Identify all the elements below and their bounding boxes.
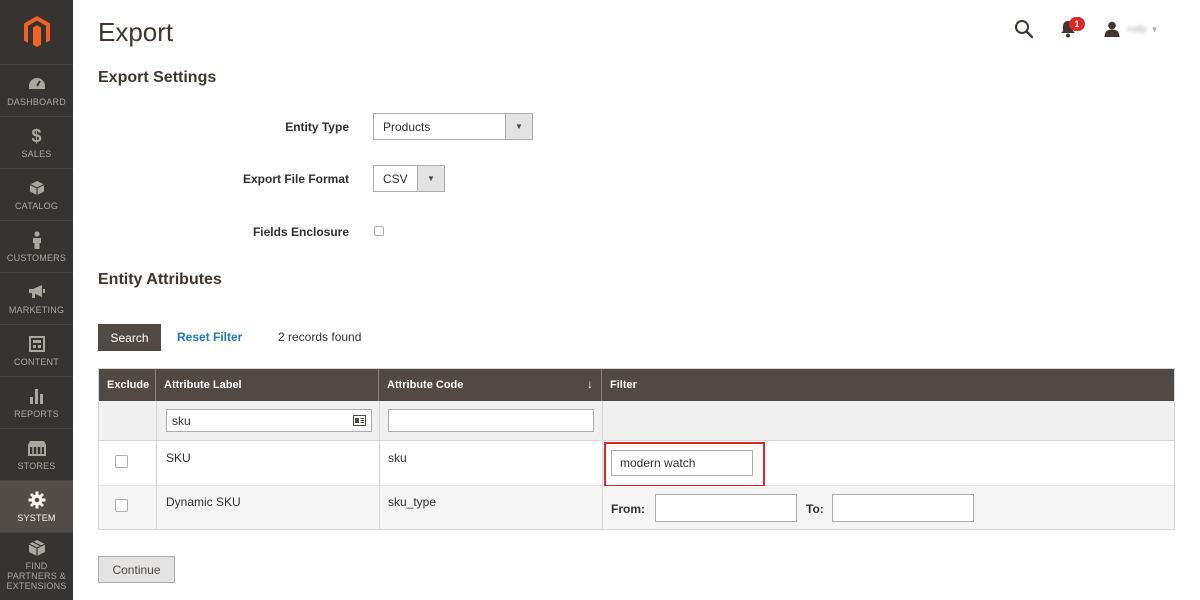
sidebar-item-label: FIND PARTNERS & EXTENSIONS [6, 561, 67, 591]
attribute-code-cell: sku_type [388, 495, 437, 509]
person-icon [27, 230, 47, 250]
admin-sidebar: DASHBOARD $ SALES CATALOG CUSTOMERS MARK… [0, 0, 73, 600]
address-card-icon [353, 415, 366, 426]
sidebar-item-label: REPORTS [14, 409, 59, 419]
column-divider [602, 401, 603, 529]
sidebar-item-label: SALES [21, 149, 52, 159]
box-icon [27, 538, 47, 558]
sidebar-item-label: DASHBOARD [7, 97, 66, 107]
notification-count-badge[interactable]: 1 [1069, 17, 1085, 31]
sidebar-item-dashboard[interactable]: DASHBOARD [0, 64, 73, 116]
user-icon [1104, 21, 1120, 37]
sidebar-item-label: CUSTOMERS [6, 253, 67, 263]
sidebar-item-sales[interactable]: $ SALES [0, 116, 73, 168]
from-label: From: [611, 502, 645, 516]
sidebar-item-system[interactable]: SYSTEM [0, 480, 73, 532]
column-header-attribute-code-label: Attribute Code [387, 379, 464, 391]
export-file-format-value: CSV [383, 171, 408, 186]
continue-button[interactable]: Continue [98, 556, 175, 583]
fields-enclosure-label: Fields Enclosure [252, 225, 349, 239]
entity-type-select[interactable]: Products ▼ [373, 113, 533, 140]
sku-filter-value: modern watch [620, 456, 696, 470]
sidebar-item-label: CONTENT [14, 357, 59, 367]
records-found-count: 2 records found [278, 330, 362, 344]
store-icon [27, 438, 47, 458]
export-settings-title: Export Settings [98, 69, 217, 86]
user-name: rudy [1127, 23, 1147, 35]
entity-type-label: Entity Type [285, 120, 349, 134]
chevron-down-icon: ▼ [1150, 24, 1159, 34]
column-divider [156, 401, 157, 529]
dollar-icon: $ [31, 125, 42, 146]
magento-logo-icon [23, 16, 50, 47]
entity-attributes-title: Entity Attributes [98, 271, 222, 288]
user-account-menu[interactable]: rudy ▼ [1104, 19, 1166, 39]
attributes-grid: Exclude Attribute Label Attribute Code ↓… [98, 368, 1175, 530]
sidebar-item-label: MARKETING [8, 305, 65, 315]
content-icon [27, 334, 47, 354]
dashboard-icon [27, 74, 47, 94]
sort-arrow-icon: ↓ [587, 377, 593, 391]
chevron-down-icon: ▼ [505, 114, 532, 139]
column-header-exclude[interactable]: Exclude [99, 369, 156, 401]
column-header-filter[interactable]: Filter [602, 369, 1174, 401]
attribute-label-cell: SKU [166, 451, 191, 465]
sidebar-item-label: SYSTEM [17, 513, 56, 523]
fields-enclosure-checkbox[interactable] [374, 226, 384, 236]
bar-chart-icon [27, 386, 47, 406]
search-button[interactable]: Search [98, 324, 161, 351]
exclude-checkbox[interactable] [115, 499, 128, 512]
attribute-label-filter-input[interactable]: sku [166, 409, 372, 432]
attribute-label-filter-value: sku [172, 413, 191, 428]
sidebar-item-marketing[interactable]: MARKETING [0, 272, 73, 324]
from-input[interactable] [655, 494, 797, 522]
export-file-format-select[interactable]: CSV ▼ [373, 165, 445, 192]
reset-filter-link[interactable]: Reset Filter [177, 330, 242, 344]
cube-icon [27, 178, 47, 198]
to-label: To: [806, 502, 824, 516]
magento-logo[interactable] [0, 0, 73, 64]
page-title: Export [98, 17, 174, 47]
column-divider [379, 401, 380, 529]
column-header-attribute-label[interactable]: Attribute Label [156, 369, 379, 401]
export-file-format-label: Export File Format [242, 172, 349, 186]
search-icon[interactable] [1014, 19, 1034, 39]
sidebar-item-catalog[interactable]: CATALOG [0, 168, 73, 220]
sku-filter-input[interactable]: modern watch [611, 450, 753, 476]
column-header-attribute-code[interactable]: Attribute Code ↓ [379, 369, 602, 401]
to-input[interactable] [832, 494, 974, 522]
exclude-checkbox[interactable] [115, 455, 128, 468]
sidebar-item-label: CATALOG [14, 201, 59, 211]
attribute-label-cell: Dynamic SKU [166, 495, 241, 509]
sidebar-item-stores[interactable]: STORES [0, 428, 73, 480]
attribute-code-filter-input[interactable] [388, 409, 594, 432]
attribute-code-cell: sku [388, 451, 407, 465]
sidebar-item-find-partners[interactable]: FIND PARTNERS & EXTENSIONS [0, 532, 73, 596]
megaphone-icon [27, 282, 47, 302]
sidebar-item-reports[interactable]: REPORTS [0, 376, 73, 428]
gear-icon [27, 490, 47, 510]
sidebar-item-customers[interactable]: CUSTOMERS [0, 220, 73, 272]
chevron-down-icon: ▼ [417, 166, 444, 191]
grid-header: Exclude Attribute Label Attribute Code ↓… [99, 369, 1174, 401]
entity-type-value: Products [383, 119, 431, 134]
sidebar-item-label: STORES [17, 461, 56, 471]
sidebar-item-content[interactable]: CONTENT [0, 324, 73, 376]
